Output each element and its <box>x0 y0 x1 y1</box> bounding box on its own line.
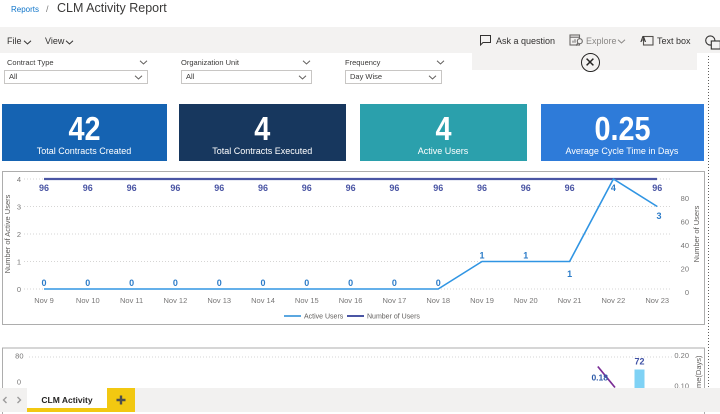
svg-text:96: 96 <box>521 183 531 193</box>
svg-text:96: 96 <box>127 183 137 193</box>
svg-text:96: 96 <box>302 183 312 193</box>
svg-text:Number of Users: Number of Users <box>367 314 420 321</box>
svg-text:1: 1 <box>567 269 572 279</box>
svg-text:me(Days): me(Days) <box>694 355 703 388</box>
svg-text:96: 96 <box>258 183 268 193</box>
svg-text:1: 1 <box>17 258 21 267</box>
svg-text:96: 96 <box>389 183 399 193</box>
svg-text:Nov 11: Nov 11 <box>120 296 143 305</box>
svg-text:4: 4 <box>611 183 616 193</box>
svg-text:Nov 12: Nov 12 <box>164 296 188 305</box>
svg-text:Nov 9: Nov 9 <box>34 296 54 305</box>
svg-text:3: 3 <box>656 211 661 221</box>
svg-text:0: 0 <box>260 278 265 288</box>
svg-text:0: 0 <box>392 278 397 288</box>
svg-text:0: 0 <box>173 278 178 288</box>
svg-text:Number of Users: Number of Users <box>692 205 701 262</box>
svg-text:Nov 14: Nov 14 <box>251 296 275 305</box>
svg-text:Number of Active Users: Number of Active Users <box>3 194 12 273</box>
svg-text:0: 0 <box>129 278 134 288</box>
svg-text:96: 96 <box>83 183 93 193</box>
svg-text:0.18: 0.18 <box>591 373 608 383</box>
svg-text:Nov 19: Nov 19 <box>470 296 494 305</box>
svg-text:96: 96 <box>652 183 662 193</box>
svg-text:4: 4 <box>17 175 21 184</box>
svg-text:3: 3 <box>17 203 21 212</box>
svg-text:2: 2 <box>17 230 21 239</box>
svg-text:0: 0 <box>17 378 21 387</box>
svg-text:0: 0 <box>41 278 46 288</box>
svg-text:96: 96 <box>433 183 443 193</box>
svg-text:60: 60 <box>681 218 689 227</box>
svg-text:96: 96 <box>477 183 487 193</box>
svg-text:Nov 15: Nov 15 <box>295 296 319 305</box>
svg-text:96: 96 <box>170 183 180 193</box>
svg-text:40: 40 <box>681 241 689 250</box>
svg-text:Nov 10: Nov 10 <box>76 296 100 305</box>
svg-text:0: 0 <box>85 278 90 288</box>
svg-text:0.20: 0.20 <box>674 351 689 360</box>
svg-text:Nov 21: Nov 21 <box>558 296 582 305</box>
svg-text:72: 72 <box>634 357 644 367</box>
svg-text:0: 0 <box>436 278 441 288</box>
svg-text:Active Users: Active Users <box>304 314 344 321</box>
svg-text:96: 96 <box>214 183 224 193</box>
svg-text:Nov 16: Nov 16 <box>339 296 363 305</box>
svg-text:80: 80 <box>15 352 23 361</box>
svg-text:80: 80 <box>681 194 689 203</box>
svg-text:Nov 17: Nov 17 <box>383 296 407 305</box>
svg-text:96: 96 <box>565 183 575 193</box>
svg-text:0: 0 <box>17 285 21 294</box>
svg-text:1: 1 <box>523 251 528 261</box>
svg-text:0: 0 <box>304 278 309 288</box>
svg-text:Nov 13: Nov 13 <box>207 296 231 305</box>
svg-text:Nov 23: Nov 23 <box>645 296 669 305</box>
svg-text:Nov 20: Nov 20 <box>514 296 538 305</box>
svg-text:1: 1 <box>479 251 484 261</box>
svg-text:20: 20 <box>681 265 689 274</box>
svg-text:0: 0 <box>685 288 689 297</box>
svg-text:0: 0 <box>348 278 353 288</box>
svg-text:Nov 18: Nov 18 <box>426 296 450 305</box>
svg-text:0: 0 <box>217 278 222 288</box>
svg-text:Nov 22: Nov 22 <box>602 296 626 305</box>
svg-text:96: 96 <box>346 183 356 193</box>
svg-text:96: 96 <box>39 183 49 193</box>
